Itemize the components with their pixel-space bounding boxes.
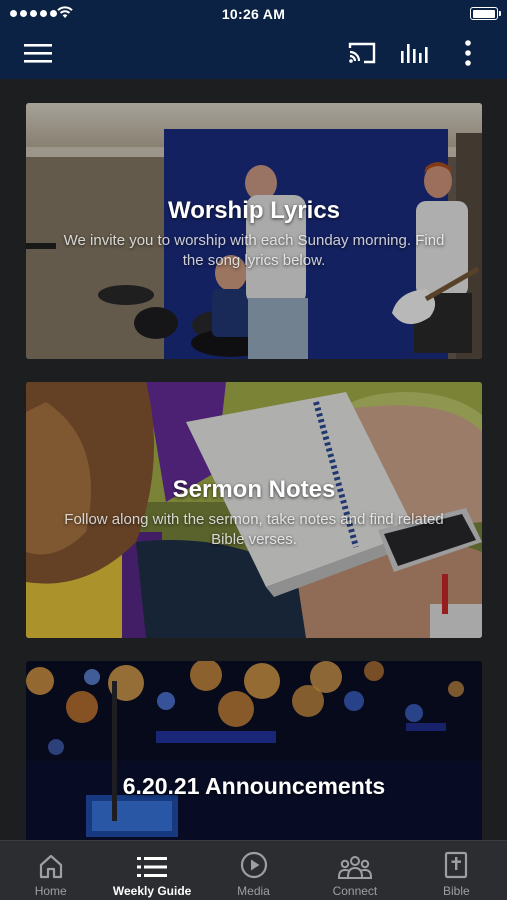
worship-lyrics-card[interactable]: Worship Lyrics We invite you to worship …: [26, 103, 482, 359]
tab-weekly-guide[interactable]: Weekly Guide: [101, 841, 202, 900]
tab-bible[interactable]: Bible: [406, 841, 507, 900]
card-title: Worship Lyrics: [167, 197, 341, 224]
people-icon: [337, 856, 372, 879]
cast-icon: [348, 42, 376, 64]
status-bar: 10:26 AM: [0, 0, 507, 28]
more-options-button[interactable]: [452, 34, 484, 72]
menu-button[interactable]: [18, 34, 58, 72]
tab-label: Media: [237, 884, 270, 898]
home-icon: [39, 854, 62, 879]
card-title: Sermon Notes: [172, 476, 336, 503]
cast-button[interactable]: [340, 34, 384, 72]
tab-home[interactable]: Home: [0, 841, 101, 900]
play-circle-icon: [240, 851, 267, 879]
bible-icon: [445, 851, 468, 879]
tab-media[interactable]: Media: [203, 841, 304, 900]
bottom-tab-bar: Home Weekly Guide Media Connect Bible: [0, 840, 507, 900]
card-subtitle: We invite you to worship with each Sunda…: [63, 232, 445, 269]
tab-label: Home: [34, 884, 67, 898]
tab-connect[interactable]: Connect: [304, 841, 405, 900]
menu-icon: [24, 44, 52, 63]
more-vertical-icon: [465, 40, 471, 66]
app-bar: [0, 28, 507, 79]
card-text: Worship Lyrics We invite you to worship …: [56, 197, 452, 271]
weekly-guide-feed[interactable]: Worship Lyrics We invite you to worship …: [0, 79, 507, 840]
battery-icon: [470, 7, 501, 20]
card-text: Sermon Notes Follow along with the sermo…: [56, 476, 452, 550]
equalizer-icon: [401, 44, 428, 63]
tab-label: Connect: [332, 884, 378, 898]
tab-label: Bible: [442, 884, 470, 898]
card-title: 6.20.21 Announcements: [122, 773, 386, 799]
image-overlay: [26, 661, 482, 840]
sermon-notes-card[interactable]: Sermon Notes Follow along with the sermo…: [26, 382, 482, 638]
announcements-card[interactable]: 6.20.21 Announcements: [26, 661, 482, 840]
card-text: 6.20.21 Announcements: [56, 773, 452, 800]
card-subtitle: Follow along with the sermon, take notes…: [64, 511, 444, 548]
tab-label: Weekly Guide: [112, 884, 192, 898]
list-icon: [137, 857, 168, 877]
top-bar: 10:26 AM: [0, 0, 507, 79]
status-time: 10:26 AM: [221, 6, 286, 22]
equalizer-button[interactable]: [393, 34, 437, 72]
